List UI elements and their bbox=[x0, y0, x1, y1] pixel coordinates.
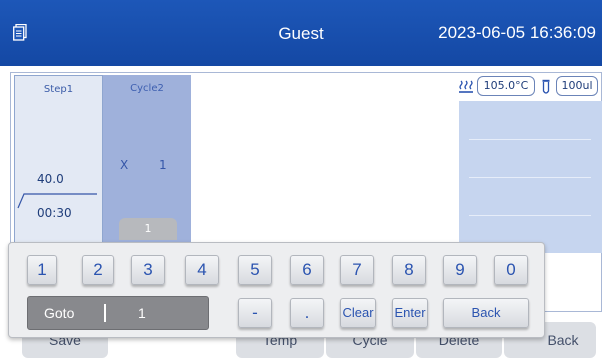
info-panel bbox=[459, 101, 602, 253]
key-0[interactable]: 0 bbox=[494, 255, 528, 285]
header-bar: Guest 2023-06-05 16:36:09 bbox=[0, 0, 602, 66]
key-1[interactable]: 1 bbox=[27, 255, 57, 285]
key-2[interactable]: 2 bbox=[82, 255, 114, 285]
info-divider bbox=[469, 177, 591, 178]
cycle-title: Cycle2 bbox=[130, 83, 164, 94]
cursor bbox=[104, 304, 106, 322]
key-6[interactable]: 6 bbox=[290, 255, 324, 285]
numeric-keypad: 1 2 3 4 5 6 7 8 9 0 Goto 1 - . Clear Ent… bbox=[8, 242, 545, 338]
step-column[interactable]: Step1 40.0 00:30 bbox=[14, 75, 103, 245]
key-3[interactable]: 3 bbox=[131, 255, 165, 285]
dot-key[interactable]: . bbox=[290, 298, 324, 328]
cycle-badge: 1 bbox=[119, 218, 177, 240]
cycle-count[interactable]: 1 bbox=[159, 158, 167, 172]
goto-label: Goto bbox=[44, 305, 75, 321]
enter-key[interactable]: Enter bbox=[392, 298, 428, 328]
clear-key[interactable]: Clear bbox=[340, 298, 376, 328]
key-4[interactable]: 4 bbox=[185, 255, 219, 285]
temperature-profile-line bbox=[17, 193, 97, 209]
key-5[interactable]: 5 bbox=[238, 255, 272, 285]
goto-field[interactable]: Goto 1 bbox=[27, 296, 209, 330]
cycle-column[interactable]: Cycle2 X 1 1 bbox=[103, 75, 191, 245]
info-divider bbox=[469, 215, 591, 216]
reaction-volume[interactable]: 100ul bbox=[556, 76, 598, 96]
key-8[interactable]: 8 bbox=[392, 255, 426, 285]
tube-icon bbox=[542, 79, 550, 94]
key-7[interactable]: 7 bbox=[340, 255, 374, 285]
back-key[interactable]: Back bbox=[443, 298, 529, 328]
goto-value: 1 bbox=[138, 305, 146, 321]
minus-key[interactable]: - bbox=[238, 298, 272, 328]
cycle-multiplier: X bbox=[120, 158, 129, 172]
heater-icon bbox=[459, 80, 473, 93]
lid-temperature[interactable]: 105.0°C bbox=[477, 76, 535, 96]
datetime: 2023-06-05 16:36:09 bbox=[438, 23, 596, 42]
info-divider bbox=[469, 139, 591, 140]
step-title: Step1 bbox=[43, 84, 74, 95]
key-9[interactable]: 9 bbox=[443, 255, 477, 285]
